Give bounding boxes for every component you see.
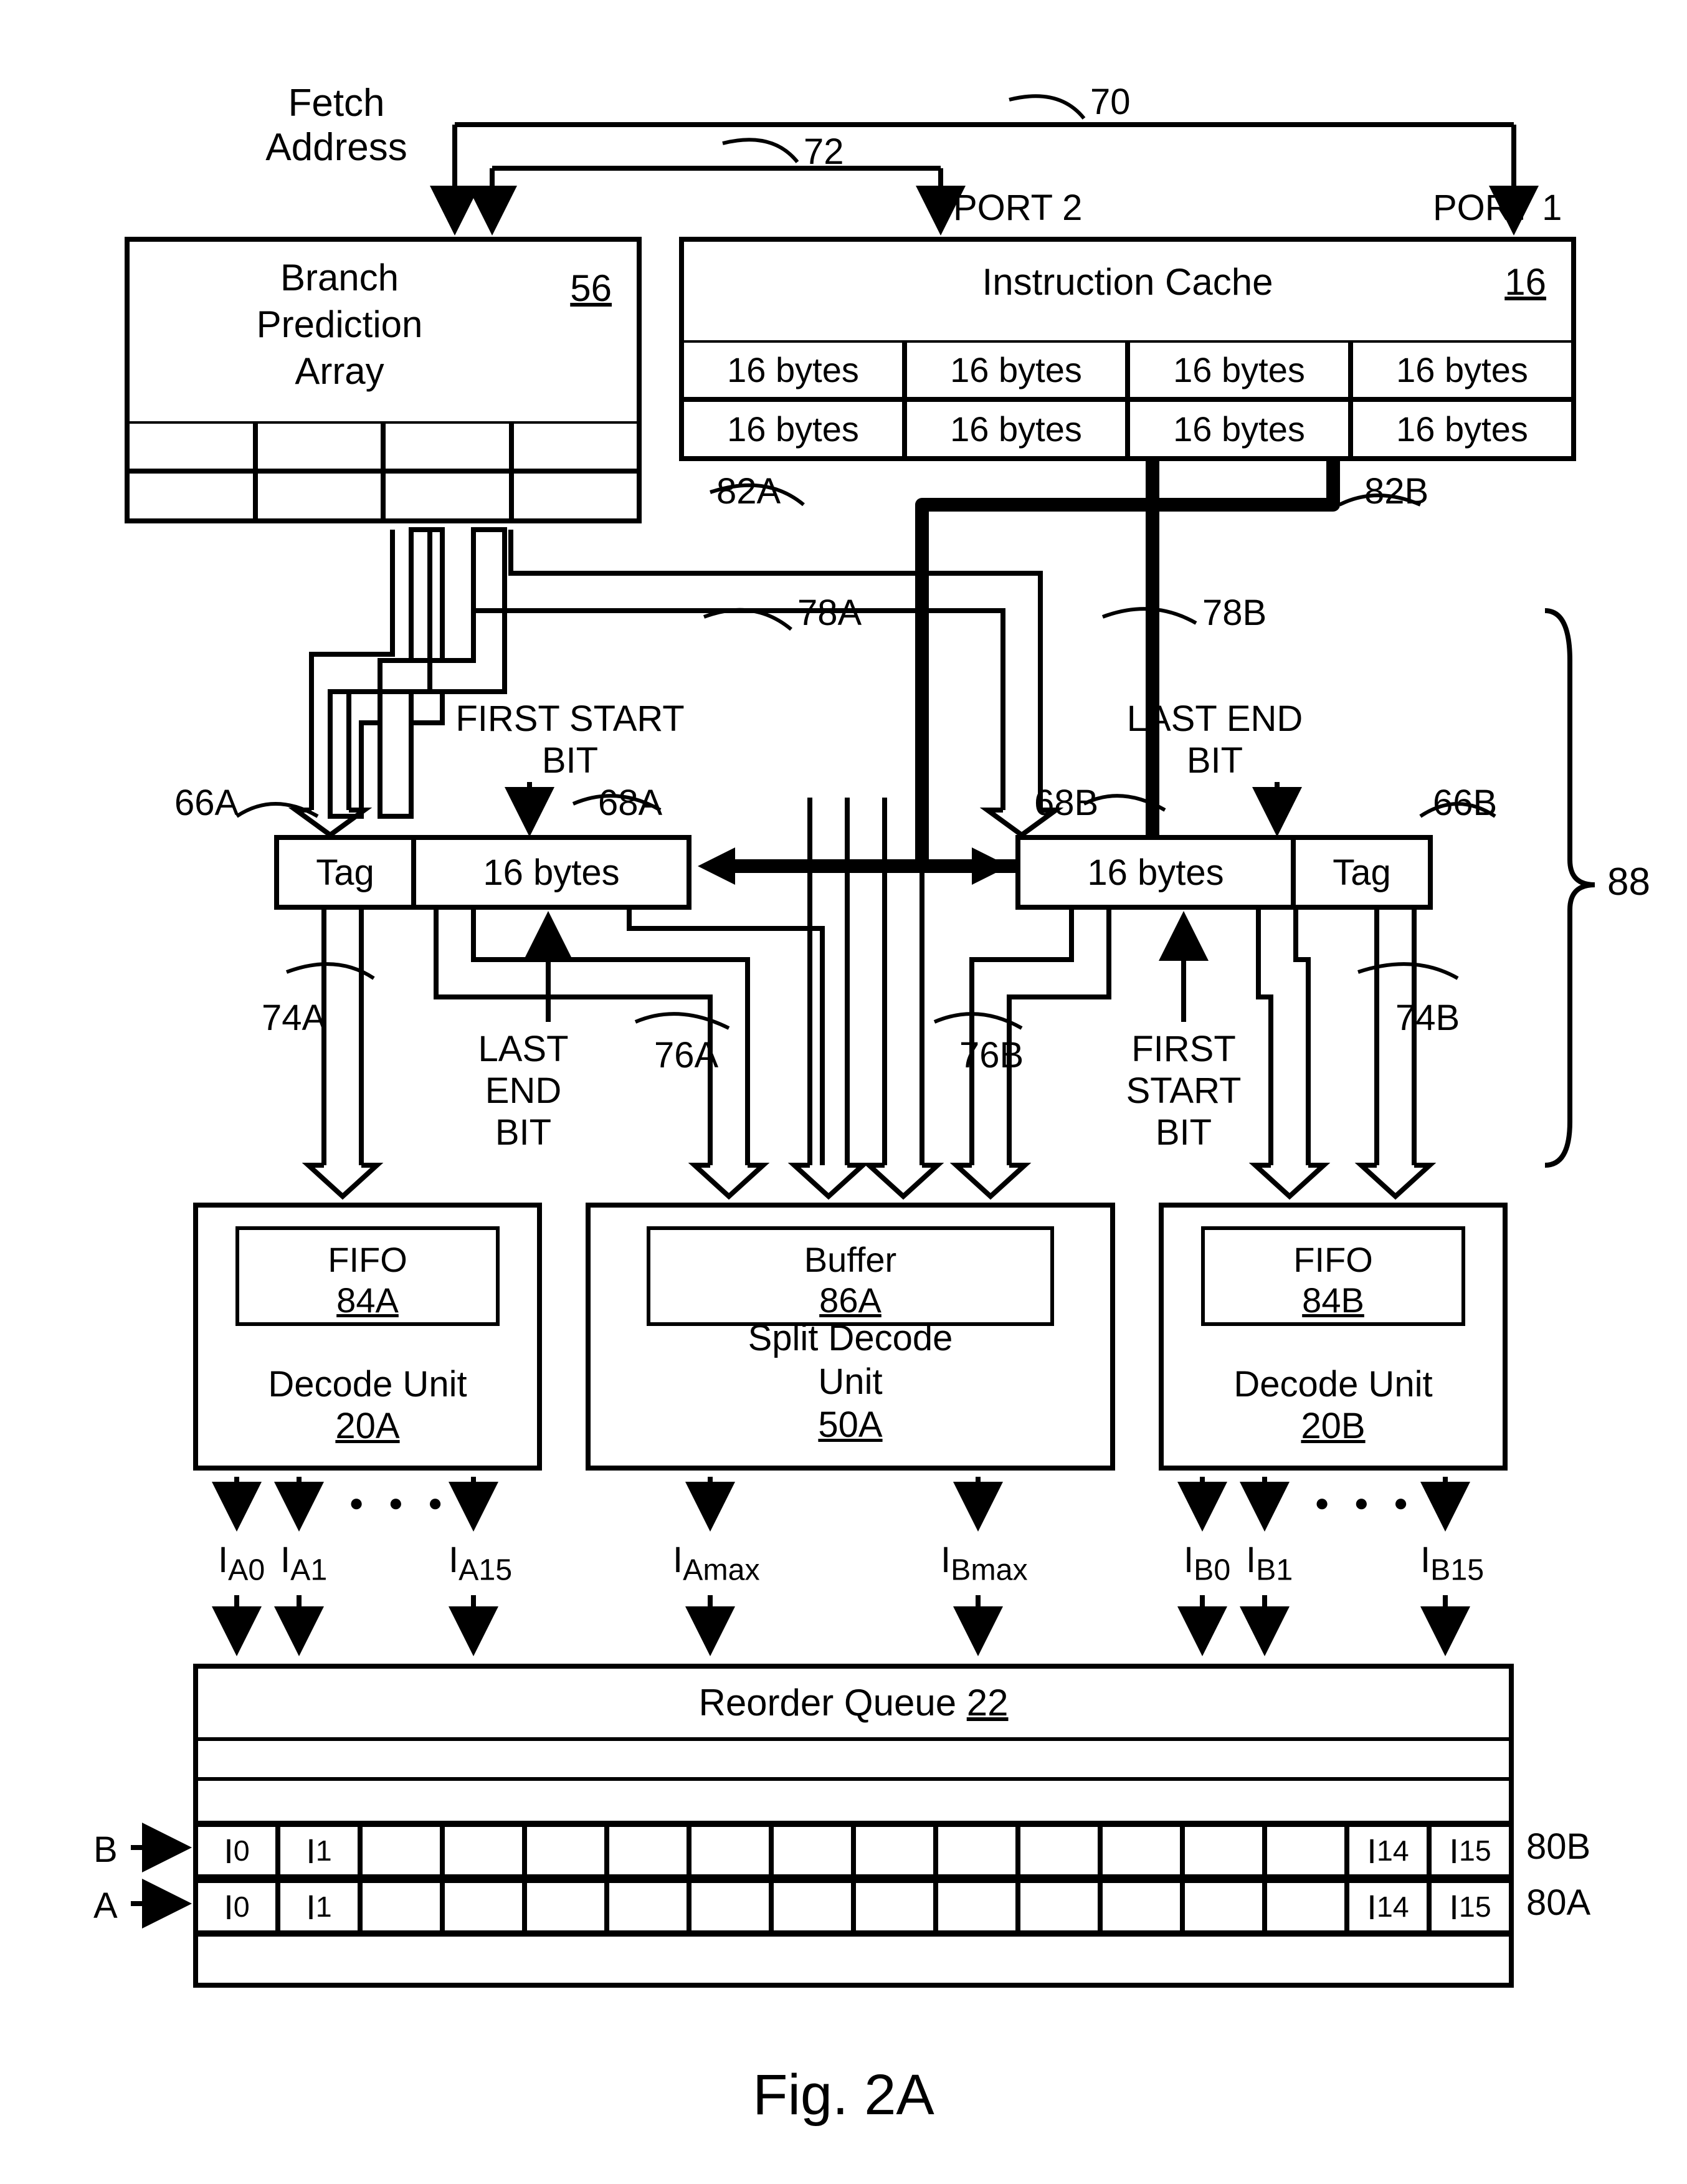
bytes-b: 16 bytes (1020, 840, 1291, 905)
fifo-a-label: FIFO (239, 1239, 496, 1280)
decode-unit-b: FIFO 84B Decode Unit 20B (1159, 1203, 1508, 1471)
ref-80a: 80A (1526, 1882, 1590, 1924)
decode-a-ref: 20A (198, 1405, 537, 1447)
ref-68b: 68B (1034, 782, 1098, 824)
fifo-b-label: FIFO (1205, 1239, 1461, 1280)
rq-b-1: I1 (278, 1824, 360, 1877)
row-b-label: B (93, 1829, 118, 1871)
buffer-a: Tag 16 bytes (274, 835, 691, 910)
ref-80b: 80B (1526, 1826, 1590, 1867)
ref-76b: 76B (959, 1034, 1024, 1076)
fifo-b-ref: 84B (1205, 1280, 1461, 1320)
split-ref: 50A (818, 1404, 882, 1445)
icache-title: Instruction Cache (684, 260, 1571, 303)
ref-74a: 74A (262, 997, 326, 1039)
ref-68a: 68A (598, 782, 662, 824)
icache-cell: 16 bytes (1128, 399, 1351, 459)
rq-a-14: I14 (1347, 1881, 1429, 1933)
rq-b-14: I14 (1347, 1824, 1429, 1877)
rq-a-15: I15 (1429, 1881, 1511, 1933)
tag-b: Tag (1291, 840, 1428, 905)
last-end-bit-v: LAST END BIT (455, 1028, 592, 1153)
rq-a-1: I1 (278, 1881, 360, 1933)
bpa-ref: 56 (570, 267, 612, 310)
bpa-title: Branch Prediction Array (161, 254, 518, 394)
reorder-queue: Reorder Queue 22 I0 I1 I14 I15 I0 I1 I14… (193, 1664, 1514, 1988)
figure-caption: Fig. 2A (0, 2062, 1687, 2128)
decode-a-title: Decode Unit (198, 1363, 537, 1405)
port1-label: PORT 1 (1433, 187, 1562, 229)
ref-72: 72 (804, 131, 844, 173)
bytes-a: 16 bytes (416, 840, 687, 905)
out-iamax: IAmax (673, 1539, 760, 1588)
out-ibmax: IBmax (941, 1539, 1028, 1588)
out-ib0: IB0 (1184, 1539, 1230, 1588)
ref-74b: 74B (1395, 997, 1460, 1039)
out-ia0: IA0 (218, 1539, 265, 1588)
ref-82b: 82B (1364, 470, 1428, 512)
buffer-b: 16 bytes Tag (1015, 835, 1433, 910)
decode-b-title: Decode Unit (1164, 1363, 1503, 1405)
row-a-label: A (93, 1885, 118, 1927)
icache-ref: 16 (1504, 260, 1546, 303)
port2-label: PORT 2 (953, 187, 1082, 229)
fetch-address-label: Fetch Address (230, 81, 442, 169)
out-ib1: IB1 (1246, 1539, 1293, 1588)
ref-66b: 66B (1433, 782, 1497, 824)
diagram-canvas: Fetch Address 70 72 PORT 2 PORT 1 Branch… (0, 0, 1687, 2184)
ref-88: 88 (1607, 860, 1650, 904)
icache-cell: 16 bytes (905, 340, 1128, 399)
ref-82a: 82A (716, 470, 781, 512)
ref-66a: 66A (174, 782, 239, 824)
reorder-ref: 22 (967, 1682, 1009, 1724)
ref-78a: 78A (797, 592, 862, 634)
icache-cell: 16 bytes (682, 399, 905, 459)
first-start-bit-v: FIRST START BIT (1103, 1028, 1265, 1153)
fifo-a-ref: 84A (239, 1280, 496, 1320)
ref-76a: 76A (654, 1034, 718, 1076)
rq-a-0: I0 (196, 1881, 278, 1933)
rq-b-0: I0 (196, 1824, 278, 1877)
dots-b: ● ● ● (1314, 1489, 1417, 1517)
ref-78b: 78B (1202, 592, 1266, 634)
tag-a: Tag (279, 840, 416, 905)
icache-cell: 16 bytes (682, 340, 905, 399)
branch-prediction-array: Branch Prediction Array 56 (125, 237, 642, 523)
dots-a: ● ● ● (349, 1489, 452, 1517)
icache-cell: 16 bytes (1128, 340, 1351, 399)
out-ib15: IB15 (1420, 1539, 1484, 1588)
split-title: Split Decode Unit (748, 1318, 953, 1402)
icache-cell: 16 bytes (1351, 340, 1574, 399)
instruction-cache: Instruction Cache 16 16 bytes 16 bytes 1… (679, 237, 1576, 461)
first-start-bit-a: FIRST START BIT (436, 698, 704, 781)
out-ia1: IA1 (280, 1539, 327, 1588)
reorder-title: Reorder Queue (698, 1682, 956, 1724)
out-ia15: IA15 (449, 1539, 512, 1588)
icache-cell: 16 bytes (1351, 399, 1574, 459)
decode-unit-a: FIFO 84A Decode Unit 20A (193, 1203, 542, 1471)
rq-b-15: I15 (1429, 1824, 1511, 1877)
icache-cell: 16 bytes (905, 399, 1128, 459)
split-decode-unit: Buffer 86A Split Decode Unit 50A (586, 1203, 1115, 1471)
decode-b-ref: 20B (1164, 1405, 1503, 1447)
ref-70: 70 (1090, 81, 1131, 123)
last-end-bit-b: LAST END BIT (1096, 698, 1333, 781)
